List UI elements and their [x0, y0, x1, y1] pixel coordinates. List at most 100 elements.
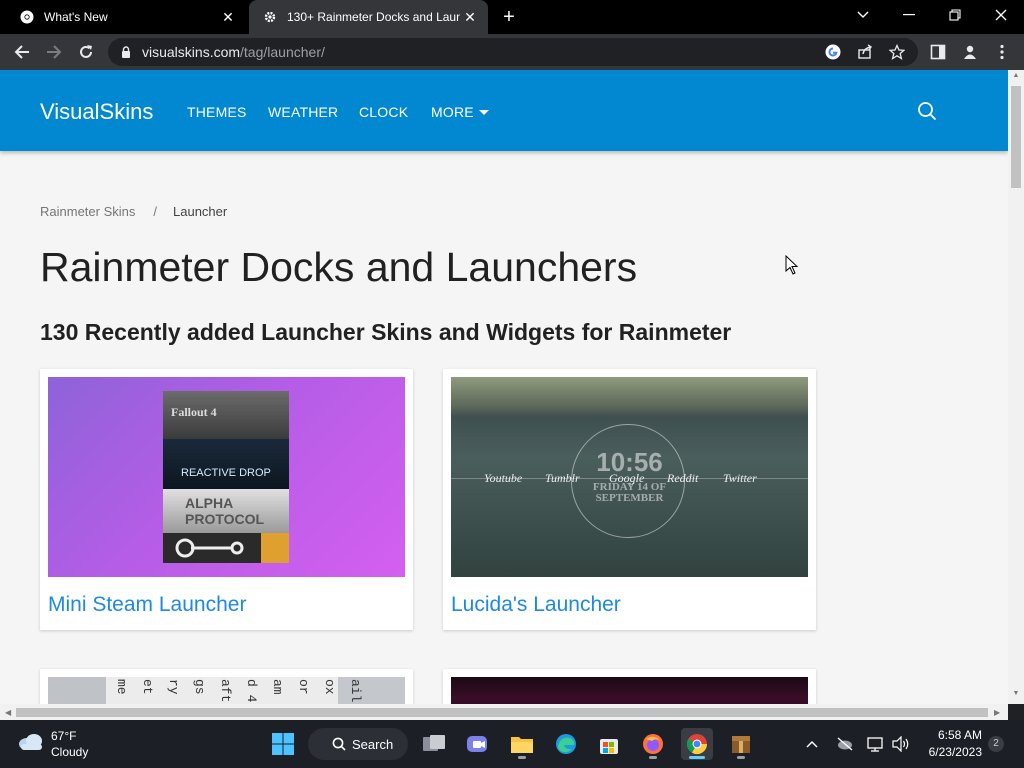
- link-twitter: Twitter: [723, 471, 757, 485]
- site-navbar: VisualSkins THEMES WEATHER CLOCK MORE: [0, 70, 1008, 151]
- archive-app-icon[interactable]: [725, 728, 757, 760]
- scroll-up-arrow-icon[interactable]: ▲: [1012, 72, 1020, 80]
- scrollbar-thumb[interactable]: [16, 708, 988, 717]
- site-logo[interactable]: VisualSkins: [40, 99, 153, 125]
- horizontal-scrollbar[interactable]: ◀ ▶: [0, 704, 1008, 720]
- tab-search-icon[interactable]: [840, 0, 886, 30]
- breadcrumb-current: Launcher: [173, 204, 228, 219]
- cloud-icon[interactable]: [17, 730, 45, 752]
- file-explorer-icon[interactable]: [506, 728, 538, 760]
- alpha-protocol-tile: ALPHA PROTOCOL: [163, 489, 289, 533]
- search-icon: [332, 737, 346, 751]
- nav-themes[interactable]: THEMES: [187, 104, 247, 120]
- nav-weather[interactable]: WEATHER: [268, 104, 338, 120]
- breadcrumb: Rainmeter Skins / Launcher: [40, 204, 227, 219]
- task-view-icon[interactable]: [418, 728, 450, 760]
- skin-thumbnail[interactable]: me et ry gs aft d 4 am or ox ail: [48, 677, 405, 704]
- running-indicator: [689, 756, 705, 759]
- tab-rainmeter-launchers[interactable]: 130+ Rainmeter Docks and Launchers ✕: [249, 0, 488, 34]
- side-panel-icon[interactable]: [928, 42, 948, 62]
- mouse-cursor-icon: [785, 254, 799, 275]
- thumb-label: ry: [166, 679, 181, 695]
- taskbar-search[interactable]: Search: [308, 728, 408, 760]
- close-tab-icon[interactable]: ✕: [460, 7, 480, 27]
- close-window-button[interactable]: [978, 0, 1024, 30]
- skin-card-title[interactable]: Lucida's Launcher: [451, 593, 621, 617]
- tab-strip: What's New ✕ 130+ Rainmeter Docks and La…: [0, 0, 1024, 34]
- clock-time[interactable]: 6:58 AM: [920, 728, 982, 742]
- weather-condition[interactable]: Cloudy: [51, 745, 88, 759]
- link-youtube: Youtube: [484, 471, 523, 485]
- new-tab-button[interactable]: +: [498, 6, 520, 28]
- chrome-taskbar-icon[interactable]: [681, 728, 713, 760]
- skin-card[interactable]: [443, 669, 816, 704]
- restore-button[interactable]: [932, 0, 978, 30]
- page-subtitle: 130 Recently added Launcher Skins and Wi…: [40, 319, 732, 345]
- vertical-scrollbar[interactable]: ▲ ▼: [1008, 70, 1024, 704]
- thumb-label: or: [296, 679, 311, 695]
- minimize-button[interactable]: [886, 0, 932, 30]
- skin-thumbnail-lucidas-launcher[interactable]: 10:56 FRIDAY 14 OF SEPTEMBER Youtube Tum…: [451, 377, 808, 577]
- scroll-down-arrow-icon[interactable]: ▼: [1012, 690, 1020, 698]
- gear-icon: [263, 10, 277, 24]
- firefox-icon[interactable]: [637, 728, 669, 760]
- weather-temperature[interactable]: 67°F: [51, 729, 76, 743]
- page-viewport: VisualSkins THEMES WEATHER CLOCK MORE Ra…: [0, 70, 1008, 704]
- chevron-up-icon[interactable]: [802, 734, 822, 754]
- fallout-tile: Fallout 4: [163, 391, 289, 439]
- clock-month: SEPTEMBER: [595, 492, 664, 504]
- lock-icon[interactable]: [120, 45, 132, 59]
- start-button[interactable]: [267, 728, 299, 760]
- forward-arrow-icon[interactable]: [40, 38, 68, 66]
- nav-more[interactable]: MORE: [431, 104, 489, 120]
- scroll-left-arrow-icon[interactable]: ◀: [5, 708, 11, 717]
- thumb-strip: [48, 677, 106, 704]
- close-tab-icon[interactable]: ✕: [218, 7, 238, 27]
- thumb-label: me: [114, 679, 129, 695]
- skin-card-title[interactable]: Mini Steam Launcher: [48, 593, 246, 617]
- search-icon[interactable]: [917, 101, 937, 121]
- thumb-label: am: [270, 679, 285, 695]
- profile-icon[interactable]: [960, 42, 980, 62]
- launcher-tile-stack: Fallout 4 REACTIVE DROP ALPHA PROTOCOL: [163, 391, 289, 563]
- reload-icon[interactable]: [72, 38, 100, 66]
- breadcrumb-separator: /: [153, 204, 157, 219]
- link-google: Google: [609, 471, 645, 485]
- browser-toolbar: visualskins.com/tag/launcher/: [0, 34, 1024, 70]
- share-icon[interactable]: [856, 43, 874, 61]
- url-text: visualskins.com/tag/launcher/: [142, 44, 325, 60]
- link-tumblr: Tumblr: [545, 471, 580, 485]
- skin-thumbnail-mini-steam-launcher[interactable]: Fallout 4 REACTIVE DROP ALPHA PROTOCOL: [48, 377, 405, 577]
- back-arrow-icon[interactable]: [8, 38, 36, 66]
- network-icon[interactable]: [866, 734, 886, 754]
- thumb-label: gs: [192, 679, 207, 695]
- skin-card[interactable]: me et ry gs aft d 4 am or ox ail: [40, 669, 413, 704]
- onedrive-offline-icon[interactable]: [835, 734, 855, 754]
- scrollbar-thumb[interactable]: [1011, 86, 1021, 188]
- running-indicator: [649, 756, 657, 759]
- clock-date[interactable]: 6/23/2023: [910, 745, 982, 759]
- google-icon[interactable]: [824, 43, 842, 61]
- bookmark-star-icon[interactable]: [888, 43, 906, 61]
- reactive-drop-tile: REACTIVE DROP: [163, 439, 289, 489]
- windows-taskbar: 67°F Cloudy Search 6:58 AM 6/23/2023 2: [0, 720, 1024, 768]
- tab-title: What's New: [44, 10, 108, 24]
- page-title: Rainmeter Docks and Launchers: [40, 244, 638, 290]
- skin-card[interactable]: 10:56 FRIDAY 14 OF SEPTEMBER Youtube Tum…: [443, 369, 816, 630]
- teams-chat-icon[interactable]: [461, 728, 493, 760]
- thumb-label: aft: [218, 679, 233, 703]
- skin-thumbnail[interactable]: [451, 677, 808, 704]
- tab-whats-new[interactable]: What's New ✕: [6, 0, 246, 34]
- menu-kebab-icon[interactable]: [992, 42, 1012, 62]
- breadcrumb-link-rainmeter-skins[interactable]: Rainmeter Skins: [40, 204, 135, 219]
- running-indicator: [518, 756, 526, 759]
- skin-card[interactable]: Fallout 4 REACTIVE DROP ALPHA PROTOCOL M…: [40, 369, 413, 630]
- edge-icon[interactable]: [550, 728, 582, 760]
- address-bar[interactable]: visualskins.com/tag/launcher/: [108, 38, 918, 66]
- tab-title: 130+ Rainmeter Docks and Launchers: [287, 10, 460, 24]
- notification-badge[interactable]: 2: [988, 736, 1004, 752]
- microsoft-store-icon[interactable]: [593, 728, 625, 760]
- scroll-right-arrow-icon[interactable]: ▶: [994, 708, 1000, 717]
- volume-icon[interactable]: [891, 734, 911, 754]
- nav-clock[interactable]: CLOCK: [359, 104, 408, 120]
